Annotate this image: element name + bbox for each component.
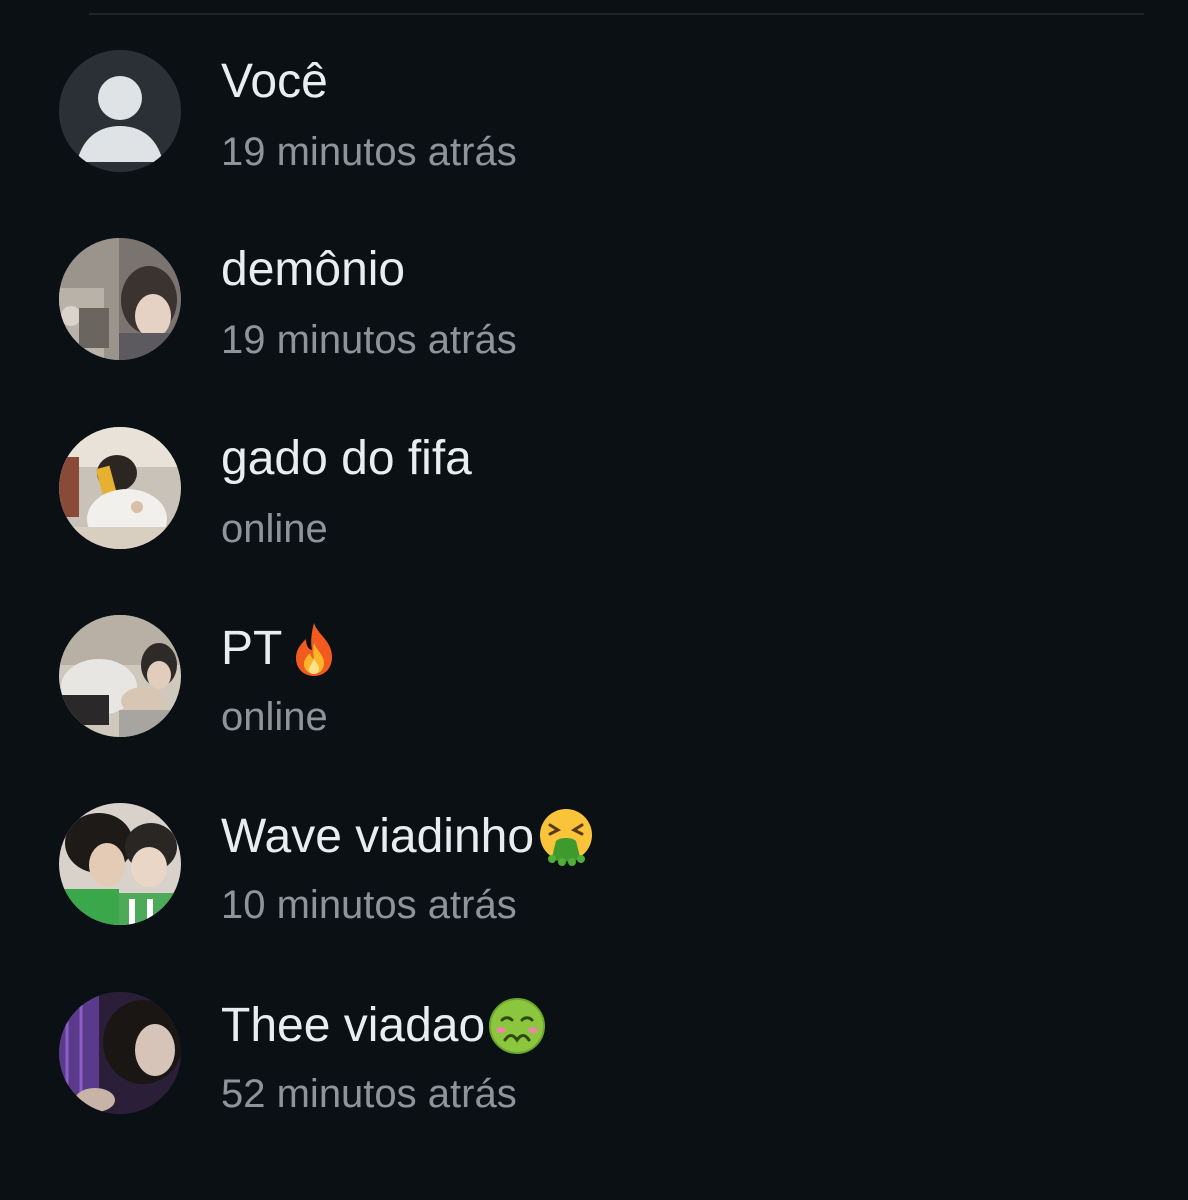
- contact-status: 19 minutos atrás: [221, 130, 517, 174]
- fire-emoji-icon: [284, 619, 344, 679]
- vomiting-face-emoji-icon: [536, 807, 596, 867]
- contact-row-thee-viadao[interactable]: Thee viadao 52 minutos atrás: [0, 956, 1188, 1144]
- contact-name: Você: [221, 55, 328, 108]
- avatar: [59, 615, 181, 737]
- default-avatar-icon: [59, 50, 181, 172]
- avatar: [59, 238, 181, 360]
- nauseated-face-emoji-icon: [487, 996, 547, 1056]
- contact-row-wave-viadinho[interactable]: Wave viadinho 10 minutos atrás: [0, 767, 1188, 955]
- contact-status: online: [221, 507, 328, 551]
- contact-status: 19 minutos atrás: [221, 318, 517, 362]
- contact-name: demônio: [221, 243, 406, 296]
- contact-row-gado-do-fifa[interactable]: gado do fifa online: [0, 391, 1188, 579]
- avatar: [59, 803, 181, 925]
- contact-row-voce[interactable]: Você 19 minutos atrás: [0, 14, 1188, 202]
- contact-row-demonio[interactable]: demônio 19 minutos atrás: [0, 202, 1188, 390]
- contact-status: online: [221, 695, 328, 739]
- avatar: [59, 992, 181, 1114]
- contact-name: PT: [221, 619, 344, 679]
- contact-row-pt[interactable]: PT online: [0, 579, 1188, 767]
- contact-name: Thee viadao: [221, 996, 547, 1056]
- contact-status: 10 minutos atrás: [221, 883, 517, 927]
- contact-name: gado do fifa: [221, 432, 472, 485]
- contact-name: Wave viadinho: [221, 807, 596, 867]
- avatar: [59, 427, 181, 549]
- contact-status: 52 minutos atrás: [221, 1072, 517, 1116]
